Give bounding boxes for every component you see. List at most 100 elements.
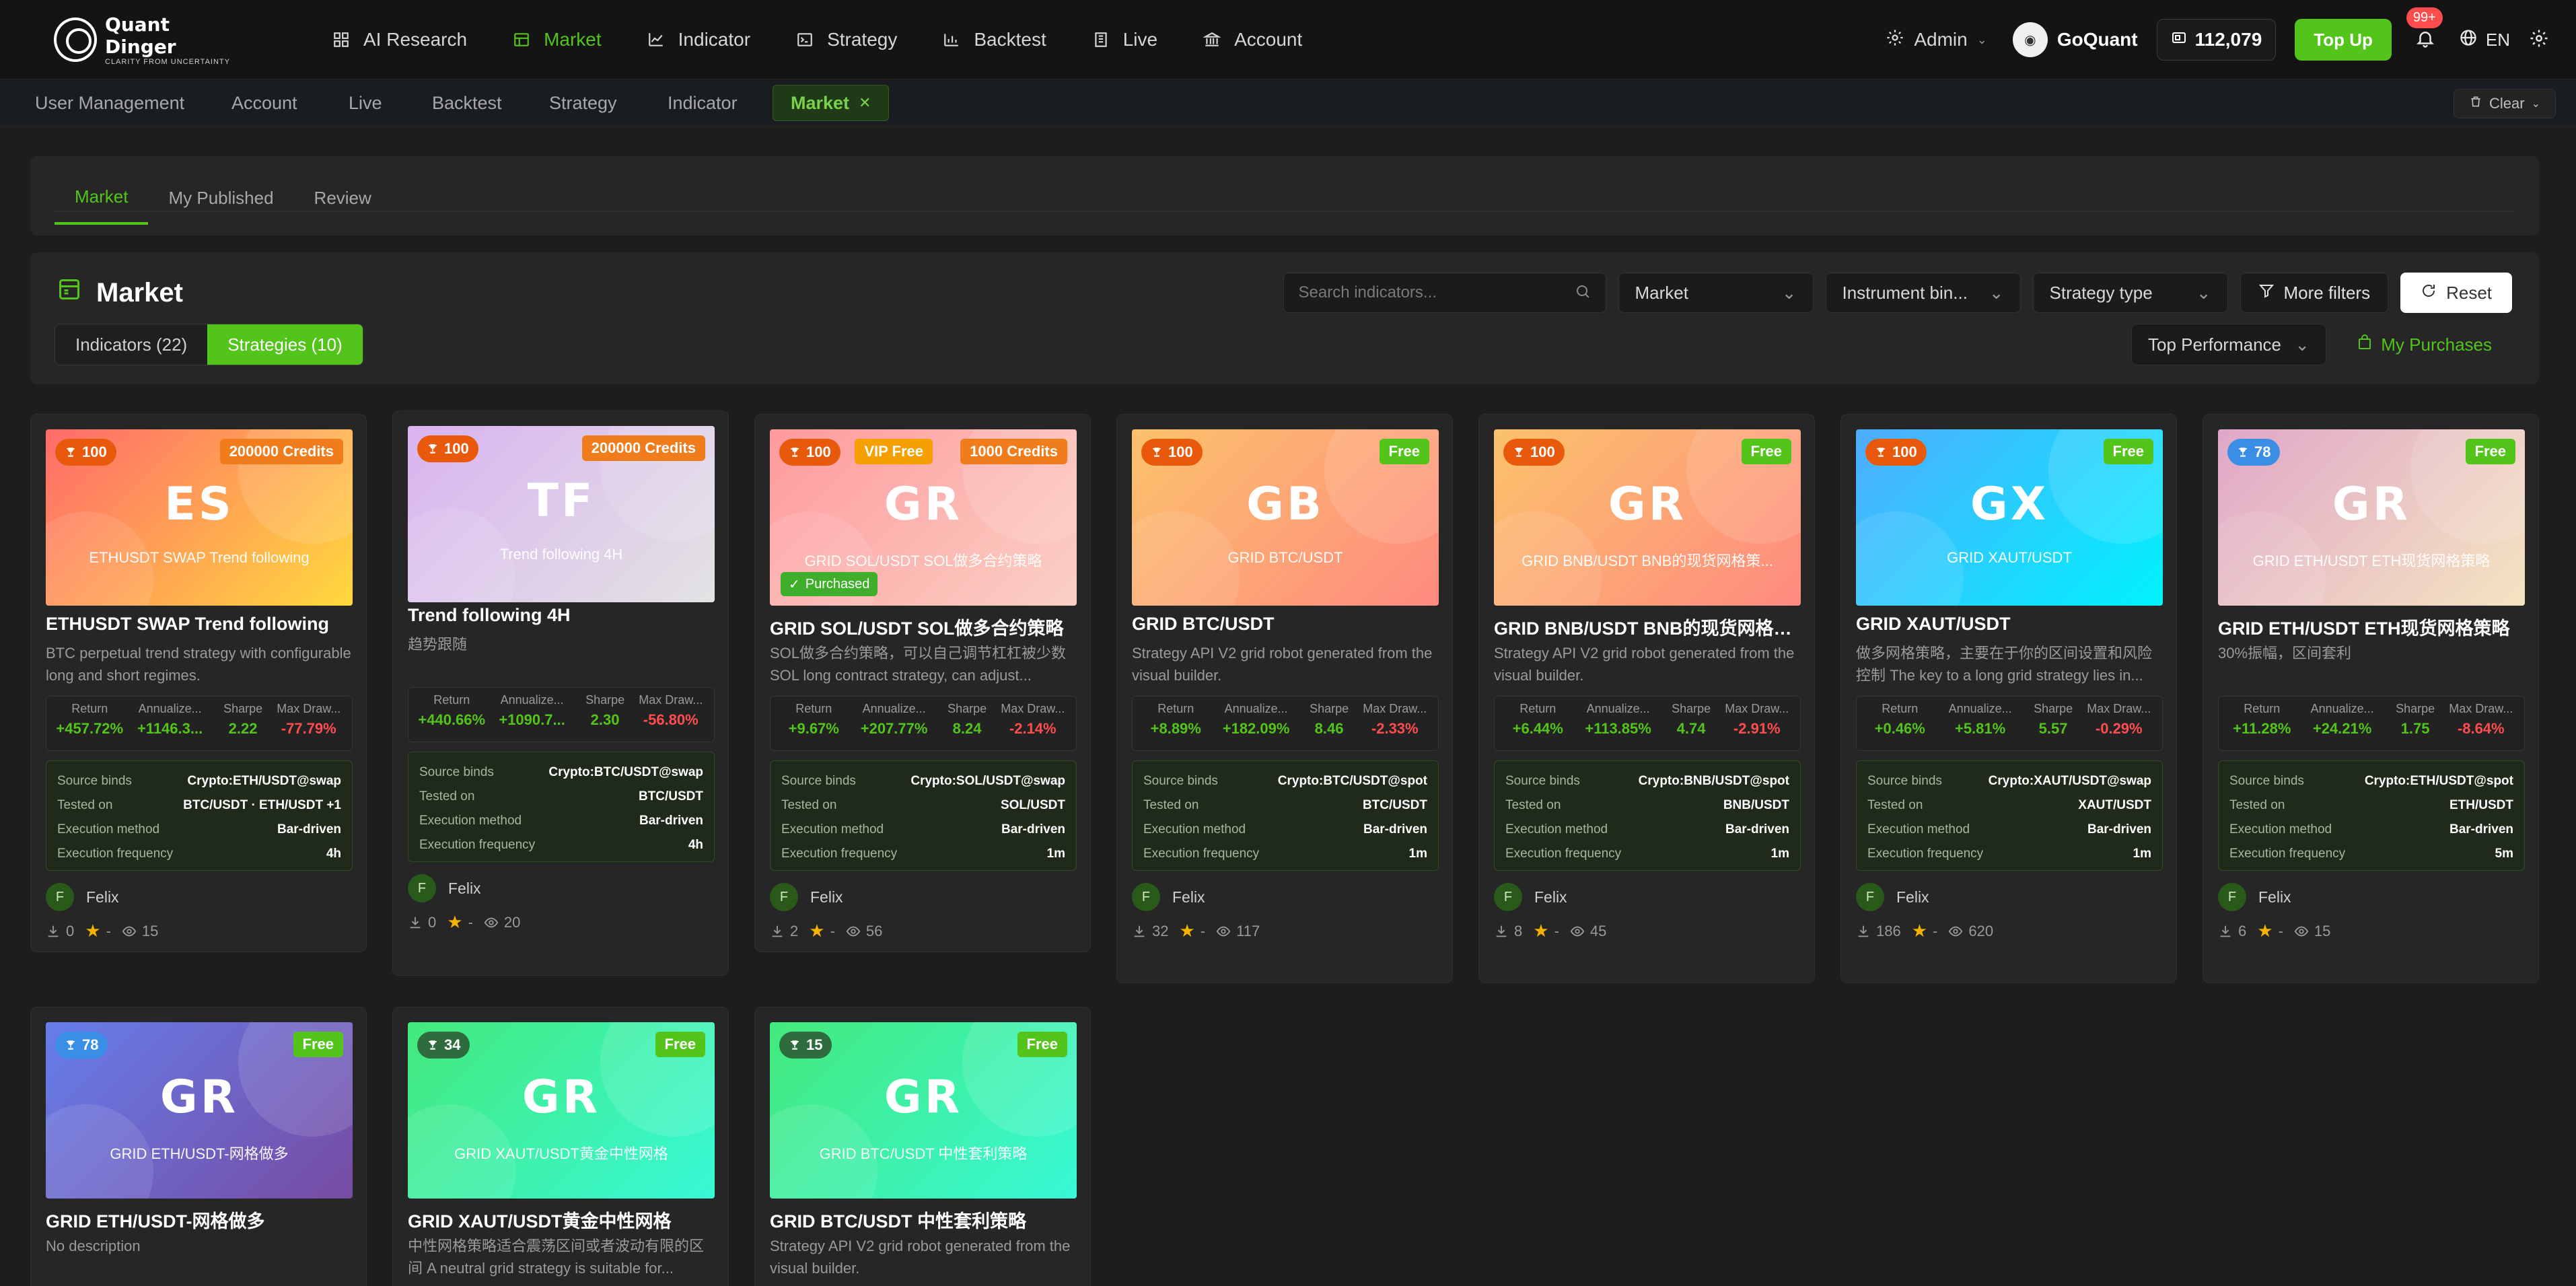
instrument-select[interactable]: Instrument bin... ⌄ — [1825, 273, 2021, 313]
strategy-card[interactable]: 34 Free GR GRID XAUT/USDT黄金中性网格 GRID XAUT/US… — [392, 1007, 729, 1286]
nav-strategy[interactable]: Strategy — [773, 0, 920, 79]
card-banner[interactable]: 78 Free GR GRID ETH/USDT ETH现货网格策略 — [2218, 429, 2525, 606]
author[interactable]: F Felix — [770, 883, 843, 911]
nav-market[interactable]: Market — [490, 0, 624, 79]
trophy-icon — [1875, 446, 1887, 458]
meta-value: 1m — [1408, 847, 1427, 861]
star-icon: ★ — [2257, 921, 2273, 941]
tab-strategy[interactable]: Strategy — [532, 85, 635, 121]
stat-value: 2.30 — [590, 711, 620, 728]
strategy-card[interactable]: 100 Free GR GRID BNB/USDT BNB的现货网格策... GRID … — [1478, 414, 1815, 983]
card-title[interactable]: GRID ETH/USDT-网格做多 — [46, 1207, 353, 1233]
card-title[interactable]: ETHUSDT SWAP Trend following — [46, 614, 353, 635]
author[interactable]: F Felix — [1856, 883, 1929, 911]
nav-backtest[interactable]: Backtest — [920, 0, 1069, 79]
toggle-strategies[interactable]: Strategies (10) — [207, 324, 363, 365]
meta-row: Source binds Crypto:XAUT/USDT@swap — [1867, 769, 2151, 793]
banner-subtitle: GRID BTC/USDT 中性套利策略 — [819, 1145, 1028, 1162]
settings-button[interactable] — [2529, 28, 2549, 52]
stat-value: +24.21% — [2312, 720, 2372, 737]
strategy-card[interactable]: 100 Free GB GRID BTC/USDT GRID BTC/USDT Strat… — [1116, 414, 1453, 983]
toggle-indicators[interactable]: Indicators (22) — [55, 324, 208, 365]
card-banner[interactable]: 78 Free GR GRID ETH/USDT-网格做多 — [46, 1022, 353, 1199]
tab-live[interactable]: Live — [331, 85, 400, 121]
views-count: 45 — [1589, 922, 1607, 939]
card-title[interactable]: GRID XAUT/USDT黄金中性网格 — [408, 1207, 715, 1233]
strategy-card[interactable]: 100 Free GX GRID XAUT/USDT GRID XAUT/USDT 做多网… — [1840, 414, 2177, 983]
card-description: SOL做多合约策略，可以自己调节杠杠被少数 SOL long contract … — [770, 645, 1067, 684]
subtab-market[interactable]: Market — [55, 171, 149, 225]
card-banner[interactable]: 100 Free GX GRID XAUT/USDT — [1856, 429, 2163, 606]
tab-user-management[interactable]: User Management — [17, 85, 202, 121]
stat-label: Sharpe — [2034, 702, 2073, 715]
card-banner[interactable]: 100 Free GR GRID BNB/USDT BNB的现货网格策... — [1494, 429, 1801, 606]
strategy-card[interactable]: 15 Free GR GRID BTC/USDT 中性套利策略 GRID BTC/USD… — [754, 1007, 1091, 1286]
clear-tabs-button[interactable]: Clear ⌄ — [2454, 89, 2556, 118]
author[interactable]: F Felix — [408, 874, 481, 902]
meta-row: Tested on XAUT/USDT — [1867, 793, 2151, 818]
card-banner[interactable]: 100 Free GB GRID BTC/USDT — [1132, 429, 1439, 606]
tab-account[interactable]: Account — [214, 85, 315, 121]
card-banner[interactable]: 15 Free GR GRID BTC/USDT 中性套利策略 — [770, 1022, 1077, 1199]
more-filters-button[interactable]: More filters — [2240, 273, 2389, 313]
admin-menu[interactable]: Admin ⌄ — [1886, 28, 1987, 52]
card-title[interactable]: GRID ETH/USDT ETH现货网格策略 — [2218, 614, 2525, 640]
credits-balance[interactable]: 112,079 — [2156, 19, 2277, 61]
card-banner[interactable]: 100 200000 Credits TF Trend following 4H — [408, 426, 715, 602]
subtab-my-published[interactable]: My Published — [148, 171, 293, 225]
downloads: 186 — [1856, 923, 1901, 940]
subtab-review[interactable]: Review — [294, 171, 392, 225]
card-title[interactable]: GRID XAUT/USDT — [1856, 614, 2163, 635]
tab-market[interactable]: Market ✕ — [773, 85, 890, 121]
tab-backtest[interactable]: Backtest — [415, 85, 520, 121]
stat-label: Sharpe — [947, 702, 987, 715]
card-footer: 2 ★ - 56 — [770, 921, 882, 941]
reset-button[interactable]: Reset — [2400, 273, 2512, 313]
meta-value: Crypto:BTC/USDT@swap — [548, 765, 703, 779]
strategy-card[interactable]: 78 Free GR GRID ETH/USDT ETH现货网格策略 GRID ETH/… — [2203, 414, 2539, 983]
downloads: 6 — [2218, 923, 2246, 940]
meta-key: Tested on — [57, 798, 113, 812]
card-title[interactable]: GRID BTC/USDT 中性套利策略 — [770, 1207, 1077, 1233]
card-title[interactable]: GRID BNB/USDT BNB的现货网格策略 — [1494, 614, 1801, 640]
sort-select[interactable]: Top Performance ⌄ — [2131, 324, 2326, 365]
brand-logo[interactable]: Quant Dinger CLARITY FROM UNCERTAINTY — [54, 13, 242, 66]
strategy-card[interactable]: 100 200000 Credits TF Trend following 4H Tre… — [392, 410, 729, 976]
author[interactable]: F Felix — [2218, 883, 2291, 911]
card-banner[interactable]: 34 Free GR GRID XAUT/USDT黄金中性网格 — [408, 1022, 715, 1199]
nav-ai-research[interactable]: AI Research — [310, 0, 490, 79]
close-icon[interactable]: ✕ — [859, 94, 871, 112]
strategy-type-select[interactable]: Strategy type ⌄ — [2032, 273, 2228, 313]
banner-subtitle: GRID ETH/USDT-网格做多 — [110, 1145, 289, 1162]
notification-button[interactable]: 99+ — [2406, 7, 2443, 55]
author[interactable]: F Felix — [46, 883, 119, 911]
card-title[interactable]: GRID SOL/USDT SOL做多合约策略 — [770, 614, 1077, 640]
card-title[interactable]: Trend following 4H — [408, 605, 715, 626]
search-box[interactable] — [1283, 273, 1606, 313]
strategy-card[interactable]: 78 Free GR GRID ETH/USDT-网格做多 GRID ETH/USDT-… — [30, 1007, 367, 1286]
card-banner[interactable]: 100 1000 Credits VIP Free GR GRID SOL/USDT S… — [770, 429, 1077, 606]
user-profile[interactable]: ◉ GoQuant — [2012, 22, 2138, 57]
author[interactable]: F Felix — [1132, 883, 1205, 911]
author-name: Felix — [448, 879, 481, 897]
nav-live[interactable]: Live — [1069, 0, 1180, 79]
strategy-card[interactable]: 100 200000 Credits ES ETHUSDT SWAP Trend fo… — [30, 414, 367, 952]
meta-value: ETH/USDT — [2449, 798, 2513, 812]
market-select[interactable]: Market ⌄ — [1618, 273, 1814, 313]
meta-value: Bar-driven — [1363, 822, 1427, 836]
search-input[interactable] — [1298, 283, 1554, 302]
score-value: 100 — [1530, 443, 1555, 460]
nav-account[interactable]: Account — [1180, 0, 1325, 79]
chevron-down-icon: ⌄ — [1781, 282, 1797, 303]
my-purchases-button[interactable]: My Purchases — [2336, 324, 2512, 365]
strategy-card[interactable]: 100 1000 Credits VIP Free GR GRID SOL/USDT S… — [754, 414, 1091, 952]
author[interactable]: F Felix — [1494, 883, 1567, 911]
banner-subtitle: GRID XAUT/USDT黄金中性网格 — [454, 1145, 668, 1162]
card-description: 趋势跟随 — [408, 636, 468, 653]
nav-indicator[interactable]: Indicator — [624, 0, 773, 79]
card-banner[interactable]: 100 200000 Credits ES ETHUSDT SWAP Trend fo… — [46, 429, 353, 606]
top-up-button[interactable]: Top Up — [2295, 19, 2392, 61]
language-switcher[interactable]: EN — [2459, 28, 2510, 52]
tab-indicator[interactable]: Indicator — [650, 85, 755, 121]
card-title[interactable]: GRID BTC/USDT — [1132, 614, 1439, 635]
